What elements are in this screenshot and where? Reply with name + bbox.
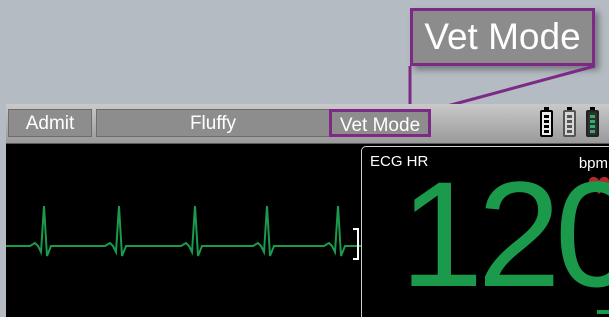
monitor-screen: Admit Fluffy Vet Mode 160 50 ECG HR bpm	[6, 104, 609, 317]
top-bar: Admit Fluffy Vet Mode	[6, 104, 609, 144]
heart-rate-value: 120	[400, 150, 609, 317]
ecg-waveform	[6, 205, 361, 257]
vet-mode-button[interactable]: Vet Mode	[329, 109, 431, 137]
battery-status	[538, 107, 608, 140]
vet-mode-callout: Vet Mode	[410, 8, 595, 66]
battery-icon	[586, 107, 599, 137]
alarm-limit-bracket	[353, 228, 359, 260]
admit-button[interactable]: Admit	[8, 109, 92, 137]
ecg-hr-panel[interactable]: ECG HR bpm 120	[361, 146, 609, 317]
battery-icon	[540, 107, 553, 137]
battery-icon	[563, 107, 576, 137]
patient-name-field[interactable]: Fluffy	[96, 109, 330, 137]
hr-indicator	[597, 310, 609, 314]
